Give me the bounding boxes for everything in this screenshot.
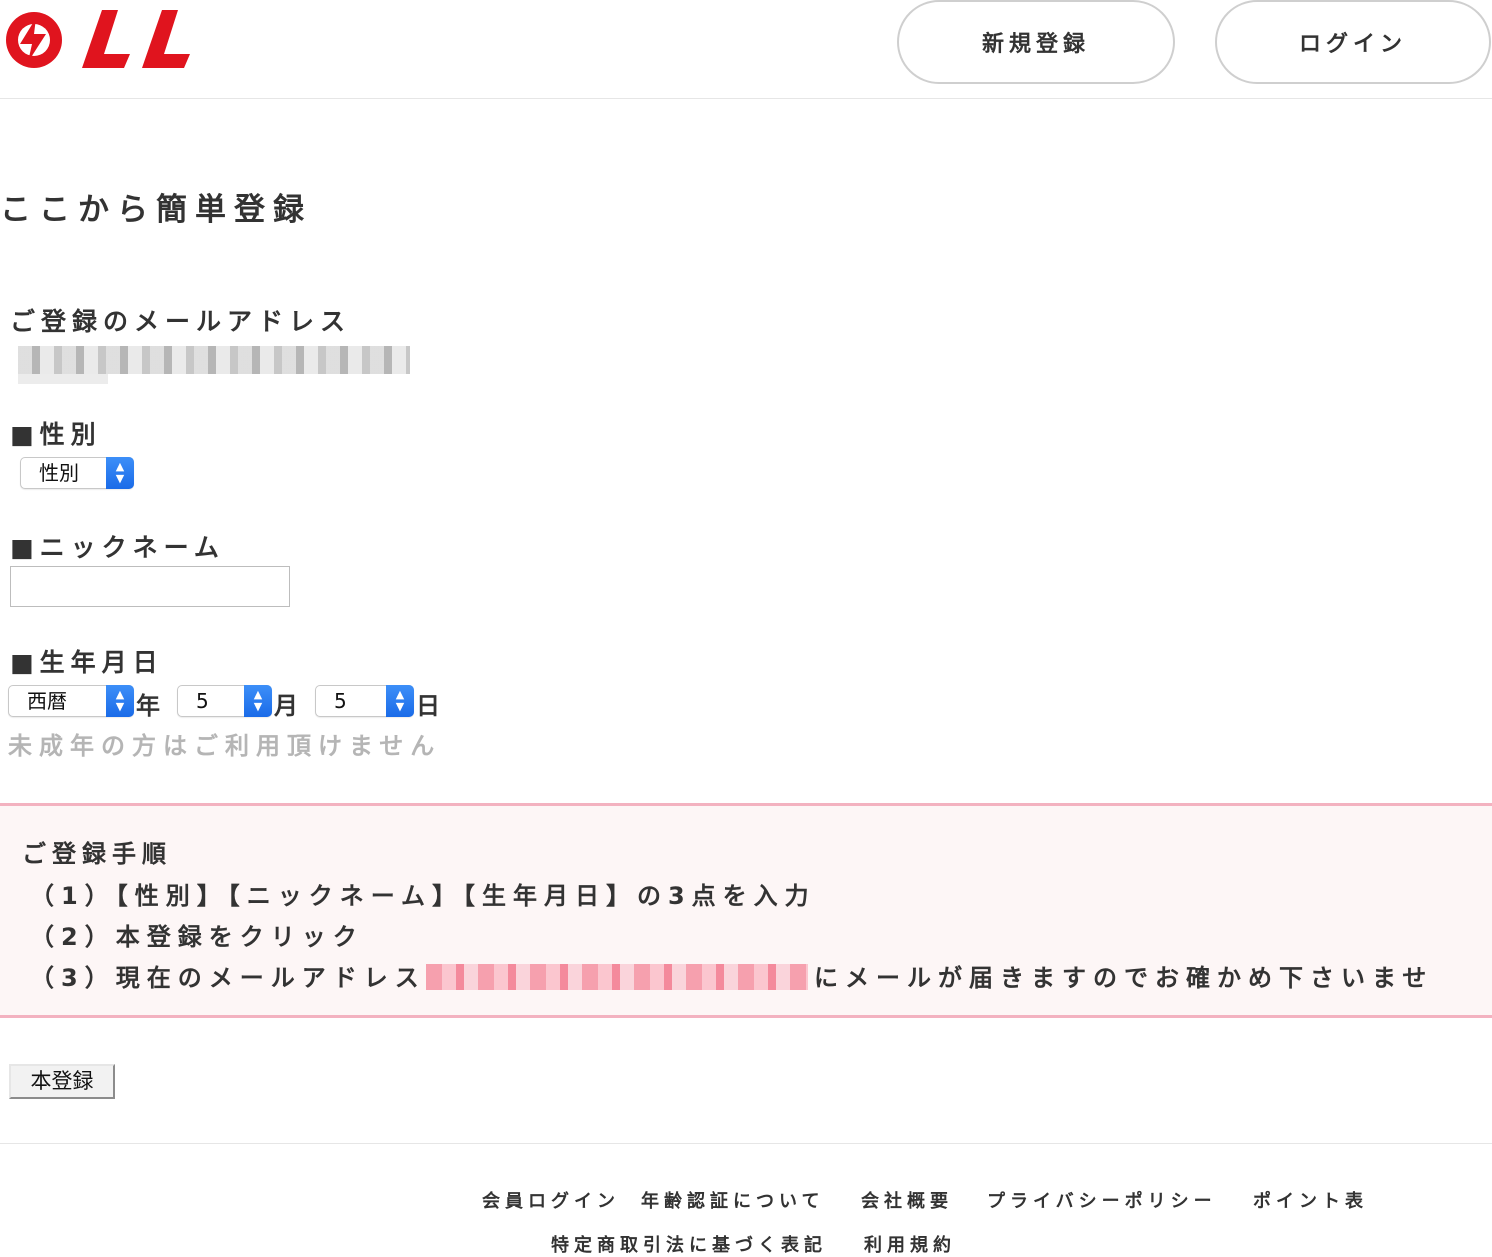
footer-link-commercial-law[interactable]: 特定商取引法に基づく表記: [551, 1231, 827, 1257]
age-restriction-note: 未成年の方はご利用頂けません: [8, 732, 442, 760]
select-arrows-icon: ▲ ▼: [106, 685, 134, 717]
step-3-prefix: （3）現在のメールアドレス: [30, 964, 426, 992]
site-logo[interactable]: [2, 8, 192, 72]
step-2: （2）本登録をクリック: [30, 923, 364, 951]
gender-label: ■性別: [10, 420, 102, 449]
birth-year-select[interactable]: 西暦 ▲ ▼: [8, 685, 134, 717]
page-title: ここから簡単登録: [0, 192, 312, 228]
select-arrows-icon: ▲ ▼: [106, 457, 134, 489]
footer-divider: [0, 1143, 1492, 1144]
step-1: （1）【性別】【ニックネーム】【生年月日】の3点を入力: [30, 882, 816, 910]
email-label: ご登録のメールアドレス: [10, 307, 352, 336]
day-unit: 日: [416, 692, 440, 720]
select-arrows-icon: ▲ ▼: [244, 685, 272, 717]
footer-link-points[interactable]: ポイント表: [1253, 1187, 1368, 1213]
birth-day-select[interactable]: 5 ▲ ▼: [315, 685, 414, 717]
footer-link-member-login[interactable]: 会員ログイン: [482, 1187, 620, 1213]
year-unit: 年: [136, 692, 160, 720]
footer-link-terms[interactable]: 利用規約: [864, 1231, 956, 1257]
birth-month-value: 5: [196, 689, 209, 713]
footer-link-company[interactable]: 会社概要: [861, 1187, 953, 1213]
nickname-label: ■ニックネーム: [10, 533, 225, 562]
select-arrows-icon: ▲ ▼: [386, 685, 414, 717]
submit-registration-button[interactable]: 本登録: [9, 1064, 115, 1099]
step-3-suffix: にメールが届きますのでお確かめ下さいませ: [814, 964, 1434, 992]
step-3-email-redacted: [426, 964, 808, 990]
registration-steps-box: ご登録手順 （1）【性別】【ニックネーム】【生年月日】の3点を入力 （2）本登録…: [0, 803, 1492, 1018]
email-address-redacted-tail: [18, 374, 108, 384]
birth-day-value: 5: [334, 689, 347, 713]
footer-link-age-verification[interactable]: 年齢認証について: [641, 1187, 824, 1213]
nickname-input[interactable]: [10, 566, 290, 607]
email-address-redacted: [18, 346, 410, 374]
birthday-label: ■生年月日: [10, 648, 164, 677]
gender-select-value: 性別: [39, 461, 79, 485]
register-button[interactable]: 新規登録: [897, 0, 1175, 84]
birth-year-value: 西暦: [27, 689, 67, 713]
gender-select[interactable]: 性別 ▲ ▼: [20, 457, 134, 489]
birth-month-select[interactable]: 5 ▲ ▼: [177, 685, 272, 717]
login-button[interactable]: ログイン: [1215, 0, 1491, 84]
month-unit: 月: [274, 692, 298, 720]
site-header: 新規登録 ログイン: [0, 0, 1492, 99]
steps-title: ご登録手順: [22, 840, 172, 868]
footer-link-privacy-policy[interactable]: プライバシーポリシー: [987, 1187, 1217, 1213]
